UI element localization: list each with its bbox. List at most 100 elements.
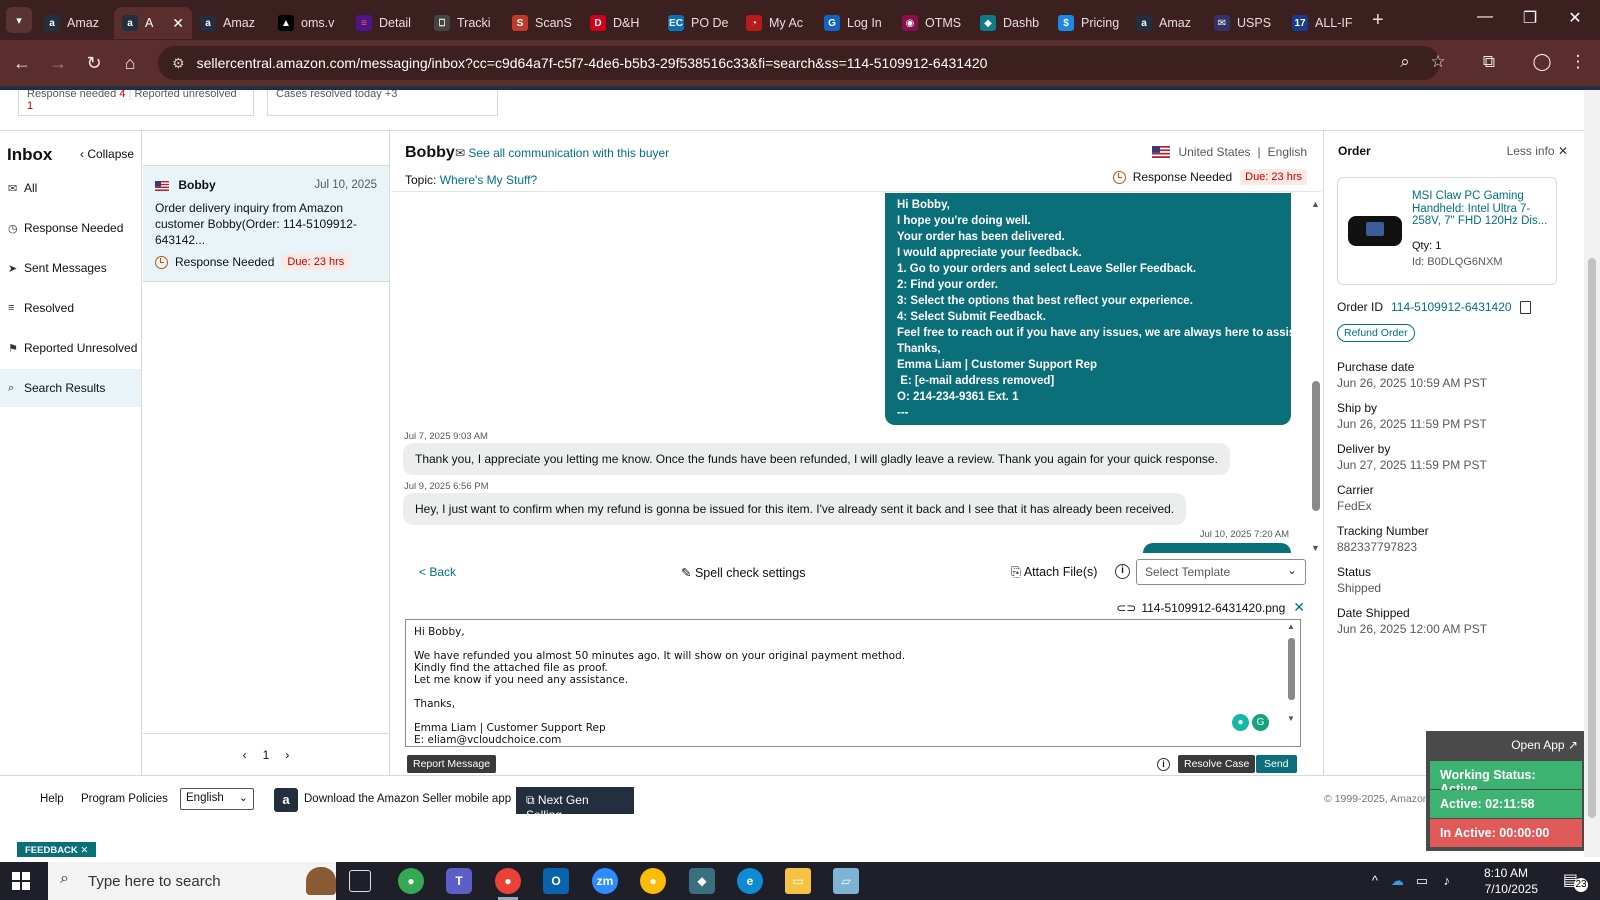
url-bar[interactable]: ⚙ sellercentral.amazon.com/messaging/inb… — [158, 46, 1440, 80]
topic-value[interactable]: Where's My Stuff? — [440, 173, 537, 187]
lightbulb-icon[interactable]: ● — [1232, 714, 1249, 731]
conversation-item[interactable]: Bobby Jul 10, 2025 Order delivery inquir… — [143, 166, 389, 282]
attached-file-name[interactable]: 114-5109912-6431420.png — [1141, 601, 1285, 615]
close-window-icon[interactable]: ✕ — [1560, 8, 1590, 28]
back-link[interactable]: < Back — [419, 565, 456, 579]
browser-tab[interactable]: ⎕ Tracki — [426, 7, 504, 39]
collapse-link[interactable]: ‹ Collapse — [80, 147, 134, 161]
next-gen-selling-button[interactable]: ⧉ Next Gen Selling — [516, 787, 634, 822]
reply-textarea[interactable]: Hi Bobby, We have refunded you almost 50… — [405, 619, 1301, 747]
resolve-case-button[interactable]: Resolve Case — [1178, 755, 1256, 773]
browser-tab[interactable]: EC PO De — [660, 7, 738, 39]
browser-tab[interactable]: a A ✕ — [114, 7, 192, 39]
task-view-icon[interactable] — [349, 870, 371, 892]
windows-start-icon[interactable] — [12, 872, 30, 890]
reload-icon[interactable]: ↻ — [76, 53, 112, 74]
info-icon[interactable]: i — [1115, 564, 1130, 579]
prev-page-icon[interactable]: ‹ — [243, 748, 247, 762]
less-info-link[interactable]: Less info ✕ — [1507, 144, 1568, 158]
next-page-icon[interactable]: › — [285, 748, 289, 762]
browser-tab[interactable]: a Amaz — [192, 7, 270, 39]
home-icon[interactable]: ⌂ — [112, 53, 148, 74]
back-arrow-icon[interactable]: ← — [4, 53, 40, 74]
product-title[interactable]: MSI Claw PC Gaming Handheld: Intel Ultra… — [1412, 190, 1552, 228]
scroll-up-icon[interactable]: ▲ — [1311, 199, 1320, 209]
clock-time[interactable]: 8:10 AM — [1484, 866, 1528, 880]
summary-card-resolved[interactable]: Cases resolved today +3 — [267, 90, 498, 116]
scroll-thumb[interactable] — [1288, 638, 1295, 700]
page-scrollbar[interactable] — [1584, 90, 1600, 857]
report-message-button[interactable]: Report Message — [407, 755, 497, 773]
bookmark-star-icon[interactable]: ☆ — [1426, 52, 1450, 72]
info-icon[interactable]: i — [1157, 758, 1170, 771]
site-settings-icon[interactable]: ⚙ — [172, 55, 185, 72]
scroll-down-icon[interactable]: ▼ — [1311, 543, 1320, 553]
sidebar-item-reported-unresolved[interactable]: ⚑ Reported Unresolved — [0, 329, 141, 367]
product-image[interactable] — [1348, 216, 1402, 246]
forward-arrow-icon[interactable]: → — [40, 53, 76, 74]
open-app-link[interactable]: Open App ↗ — [1511, 738, 1578, 752]
browser-tab[interactable]: S ScanS — [504, 7, 582, 39]
outlook-icon[interactable]: O — [543, 868, 569, 894]
order-id-value[interactable]: 114-5109912-6431420 — [1391, 300, 1512, 314]
restore-icon[interactable]: ❐ — [1515, 8, 1545, 28]
page-number[interactable]: 1 — [263, 748, 270, 762]
browser-tab[interactable]: ▲ oms.v — [270, 7, 348, 39]
app-hex-icon[interactable]: ◆ — [689, 868, 715, 894]
thread-scrollbar[interactable]: ▲ ▼ — [1309, 193, 1323, 553]
browser-tab[interactable]: ✉ USPS — [1206, 7, 1284, 39]
sidebar-item-search-results[interactable]: ⌕ Search Results — [0, 369, 141, 407]
feedback-tab[interactable]: FEEDBACK ✕ — [17, 842, 97, 857]
volume-icon[interactable]: ♪ — [1444, 873, 1451, 888]
grammarly-icon[interactable]: G — [1252, 714, 1269, 731]
send-button[interactable]: Send — [1256, 755, 1297, 773]
browser-tab[interactable]: a Amaz — [1128, 7, 1206, 39]
teams-icon[interactable]: T — [446, 868, 472, 894]
spell-check-settings[interactable]: ✎ Spell check settings — [681, 565, 805, 580]
refund-order-button[interactable]: Refund Order — [1337, 324, 1415, 342]
scroll-thumb[interactable] — [1312, 381, 1320, 511]
program-policies-link[interactable]: Program Policies — [81, 793, 168, 805]
minimize-icon[interactable]: — — [1470, 8, 1500, 26]
edge-icon[interactable]: e — [737, 868, 763, 894]
chrome-profile-icon[interactable]: ● — [495, 868, 521, 894]
see-all-communication-link[interactable]: ✉ See all communication with this buyer — [455, 146, 669, 160]
sidebar-item-all[interactable]: ✉ All — [0, 169, 141, 207]
sidebar-item-response-needed[interactable]: ◷ Response Needed — [0, 209, 141, 247]
network-icon[interactable]: ▭ — [1416, 873, 1428, 889]
profile-icon[interactable]: ◯ — [1530, 52, 1554, 72]
browser-tab[interactable]: ≡ Detail — [348, 7, 426, 39]
tab-search-button[interactable]: ▾ — [6, 7, 32, 33]
sidebar-item-resolved[interactable]: ≡ Resolved — [0, 289, 141, 327]
browser-tab[interactable]: G Log In — [816, 7, 894, 39]
onedrive-icon[interactable]: ☁ — [1391, 873, 1404, 889]
browser-tab[interactable]: ◔ My Ac — [738, 7, 816, 39]
download-app-link[interactable]: Download the Amazon Seller mobile app — [304, 793, 511, 805]
scroll-thumb[interactable] — [1588, 258, 1596, 818]
browser-tab[interactable]: ◆ Dashb — [972, 7, 1050, 39]
menu-dots-icon[interactable]: ⋮ — [1566, 52, 1590, 72]
scroll-up-icon[interactable]: ▲ — [1287, 622, 1295, 631]
close-tab-icon[interactable]: ✕ — [172, 15, 184, 32]
taskbar-search[interactable]: ⌕ Type here to search — [48, 862, 336, 900]
clock-date[interactable]: 7/10/2025 — [1485, 882, 1538, 896]
browser-tab[interactable]: 17 ALL-IF — [1284, 7, 1362, 39]
scroll-down-icon[interactable]: ▼ — [1287, 714, 1295, 723]
notepad-icon[interactable]: ▱ — [833, 868, 859, 894]
browser-tab[interactable]: $ Pricing — [1050, 7, 1128, 39]
browser-tab[interactable]: ◉ OTMS — [894, 7, 972, 39]
template-select[interactable]: Select Template ⌄ — [1136, 559, 1306, 585]
zoom-icon[interactable]: ⌕ — [1393, 52, 1417, 72]
field-value[interactable]: 882337797823 — [1337, 540, 1429, 554]
browser-tab[interactable]: a Amaz — [36, 7, 114, 39]
reply-scrollbar[interactable]: ▲ ▼ — [1286, 622, 1298, 742]
language-select[interactable]: English ⌄ — [180, 788, 254, 810]
new-tab-button[interactable]: + — [1372, 9, 1384, 32]
chrome-alt-icon[interactable]: ● — [640, 868, 666, 894]
file-explorer-icon[interactable]: ▭ — [785, 868, 811, 894]
extensions-icon[interactable]: ⧉ — [1477, 52, 1501, 72]
help-link[interactable]: Help — [40, 793, 64, 805]
sidebar-item-sent[interactable]: ➤ Sent Messages — [0, 249, 141, 287]
remove-attachment-icon[interactable]: ✕ — [1293, 599, 1305, 616]
chevron-up-icon[interactable]: ^ — [1372, 873, 1378, 888]
